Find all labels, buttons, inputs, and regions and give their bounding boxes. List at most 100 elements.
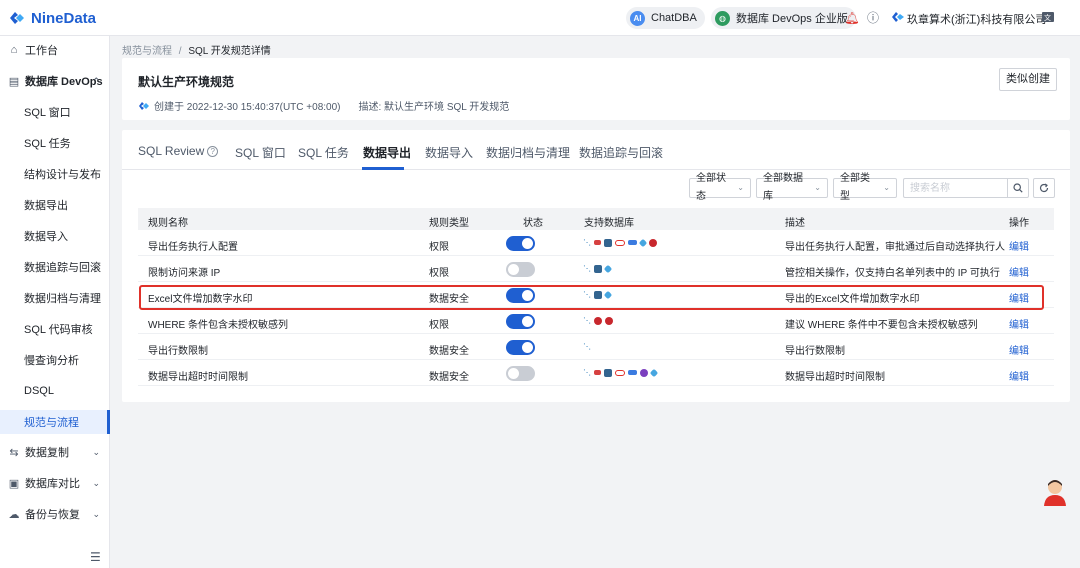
chevron-down-icon: ⌄ [883, 183, 890, 192]
sidebar-item-data-archive[interactable]: 数据归档与清理 [0, 286, 110, 310]
rule-description: 建议 WHERE 条件中不要包含未授权敏感列 [785, 320, 978, 331]
collapse-menu-icon[interactable]: ☰ [90, 550, 101, 564]
ninedata-logo-icon [10, 12, 24, 24]
sidebar-item-sql-window[interactable]: SQL 窗口 [0, 100, 110, 124]
chatdba-button[interactable]: AI ChatDBA [626, 7, 705, 29]
rule-status-toggle[interactable] [506, 340, 535, 355]
sidebar-item-label: 数据归档与清理 [24, 293, 101, 305]
tab-sql-task[interactable]: SQL 任务 [298, 144, 349, 161]
tab-data-tracking[interactable]: 数据追踪与回滚 [579, 144, 663, 161]
type-filter[interactable]: 全部类型 ⌄ [833, 173, 897, 202]
sidebar-item-label: 规范与流程 [24, 417, 79, 429]
sidebar-item-label: 数据复制 [25, 447, 69, 459]
clickhouse-icon [628, 370, 637, 375]
sidebar-item-dsql[interactable]: DSQL [0, 379, 110, 403]
language-icon[interactable]: 文 [1040, 10, 1056, 26]
tab-data-export[interactable]: 数据导出 [363, 144, 411, 161]
help-icon[interactable]: ⓘ [865, 10, 881, 26]
rule-name: 数据导出超时时间限制 [148, 372, 248, 383]
table-row: 导出行数限制 数据安全 ⋱ 导出行数限制 编辑 [138, 334, 1054, 360]
sidebar-item-data-tracking[interactable]: 数据追踪与回滚 [0, 255, 110, 279]
refresh-button[interactable] [1033, 178, 1055, 198]
sidebar-item-label: 数据导出 [24, 200, 68, 212]
sidebar-item-compare[interactable]: ▣ 数据库对比 ⌄ [0, 471, 110, 495]
sidebar-item-policies[interactable]: 规范与流程 [0, 410, 110, 434]
sidebar-item-sql-task[interactable]: SQL 任务 [0, 131, 110, 155]
rule-status-toggle[interactable] [506, 288, 535, 303]
rule-type: 数据安全 [429, 346, 469, 357]
sidebar-item-label: SQL 代码审核 [24, 324, 93, 336]
breadcrumb-parent[interactable]: 规范与流程 [122, 46, 172, 57]
rule-name: WHERE 条件包含未授权敏感列 [148, 320, 288, 331]
svg-text:文: 文 [1044, 13, 1051, 22]
edit-link[interactable]: 编辑 [1009, 316, 1029, 331]
tab-data-archive[interactable]: 数据归档与清理 [486, 144, 570, 161]
clone-button[interactable]: 类似创建 [999, 68, 1057, 91]
sidebar-item-devops[interactable]: ▤ 数据库 DevOps ⌃ [0, 69, 110, 93]
rule-status-toggle[interactable] [506, 314, 535, 329]
search-input[interactable] [903, 178, 1007, 198]
tab-label: 数据归档与清理 [486, 146, 571, 160]
sidebar-item-sql-audit[interactable]: SQL 代码审核 [0, 317, 110, 341]
sidebar-item-schema-design[interactable]: 结构设计与发布 [0, 162, 110, 186]
mysql-icon: ⋱ [583, 316, 591, 325]
sidebar: ⌂ 工作台 ▤ 数据库 DevOps ⌃ SQL 窗口 SQL 任务 结构设计与… [0, 36, 110, 568]
replicate-icon: ⇆ [9, 446, 19, 459]
notification-icon[interactable]: 🔔︎ [844, 10, 860, 26]
rules-card: SQL Review? SQL 窗口 SQL 任务 数据导出 数据导入 数据归档… [122, 130, 1070, 402]
database-filter[interactable]: 全部数据库 ⌄ [756, 173, 828, 202]
refresh-icon [1039, 183, 1049, 193]
company-name[interactable]: 玖章算术(浙江)科技有限公司 [907, 11, 1046, 27]
table-row: 限制访问来源 IP 权限 ⋱ 管控相关操作，仅支持白名单列表中的 IP 可执行 … [138, 256, 1054, 282]
mysql-icon: ⋱ [583, 290, 591, 299]
db2-icon [603, 264, 613, 273]
rule-type: 数据安全 [429, 294, 469, 305]
supported-databases: ⋱ [583, 238, 657, 247]
active-tab-indicator [362, 167, 404, 170]
sidebar-item-workbench[interactable]: ⌂ 工作台 [0, 38, 110, 62]
mongodb-icon [640, 368, 648, 377]
edit-link[interactable]: 编辑 [1009, 342, 1029, 357]
tab-label: 数据导入 [425, 146, 474, 160]
rule-status-toggle[interactable] [506, 262, 535, 277]
support-avatar-icon[interactable] [1042, 477, 1068, 507]
sidebar-item-label: SQL 任务 [24, 138, 71, 150]
sidebar-item-backup[interactable]: ☁ 备份与恢复 ⌄ [0, 502, 110, 526]
rule-description: 导出行数限制 [785, 346, 845, 357]
sidebar-item-label: 备份与恢复 [25, 509, 80, 521]
sidebar-item-data-export[interactable]: 数据导出 [0, 193, 110, 217]
search-icon [1013, 183, 1023, 193]
postgresql-icon [604, 368, 612, 377]
tab-sql-window[interactable]: SQL 窗口 [235, 144, 286, 161]
logo[interactable]: NineData [8, 9, 96, 27]
rule-status-toggle[interactable] [506, 236, 535, 251]
sidebar-item-data-import[interactable]: 数据导入 [0, 224, 110, 248]
sidebar-item-slow-query[interactable]: 慢查询分析 [0, 348, 110, 372]
edit-link[interactable]: 编辑 [1009, 238, 1029, 253]
sidebar-item-label: SQL 窗口 [24, 107, 71, 119]
postgresql-icon [604, 238, 612, 247]
edit-link[interactable]: 编辑 [1009, 368, 1029, 383]
edit-link[interactable]: 编辑 [1009, 264, 1029, 279]
sidebar-item-label: 数据库对比 [25, 478, 80, 490]
db2-icon [638, 238, 648, 247]
ai-icon: AI [630, 10, 645, 26]
rule-name: Excel文件增加数字水印 [148, 294, 253, 305]
edition-switch[interactable]: ◍ 数据库 DevOps 企业版 [711, 7, 856, 29]
ninedata-small-icon [139, 101, 149, 110]
postgresql-icon [594, 264, 602, 273]
mysql-icon: ⋱ [583, 264, 591, 273]
sidebar-item-replication[interactable]: ⇆ 数据复制 ⌄ [0, 440, 110, 464]
status-filter-value: 全部状态 [696, 173, 726, 202]
search-button[interactable] [1007, 178, 1029, 198]
sqlserver-icon [594, 316, 602, 325]
edit-link[interactable]: 编辑 [1009, 290, 1029, 305]
tab-sql-review[interactable]: SQL Review? [138, 144, 219, 158]
sidebar-item-label: 数据导入 [24, 231, 68, 243]
spec-header-card: 默认生产环境规范 创建于 2022-12-30 15:40:37(UTC +08… [122, 58, 1070, 120]
tab-data-import[interactable]: 数据导入 [425, 144, 473, 161]
rule-type: 权限 [429, 268, 449, 279]
rule-status-toggle[interactable] [506, 366, 535, 381]
status-filter[interactable]: 全部状态 ⌄ [689, 173, 751, 202]
supported-databases: ⋱ [583, 368, 659, 377]
